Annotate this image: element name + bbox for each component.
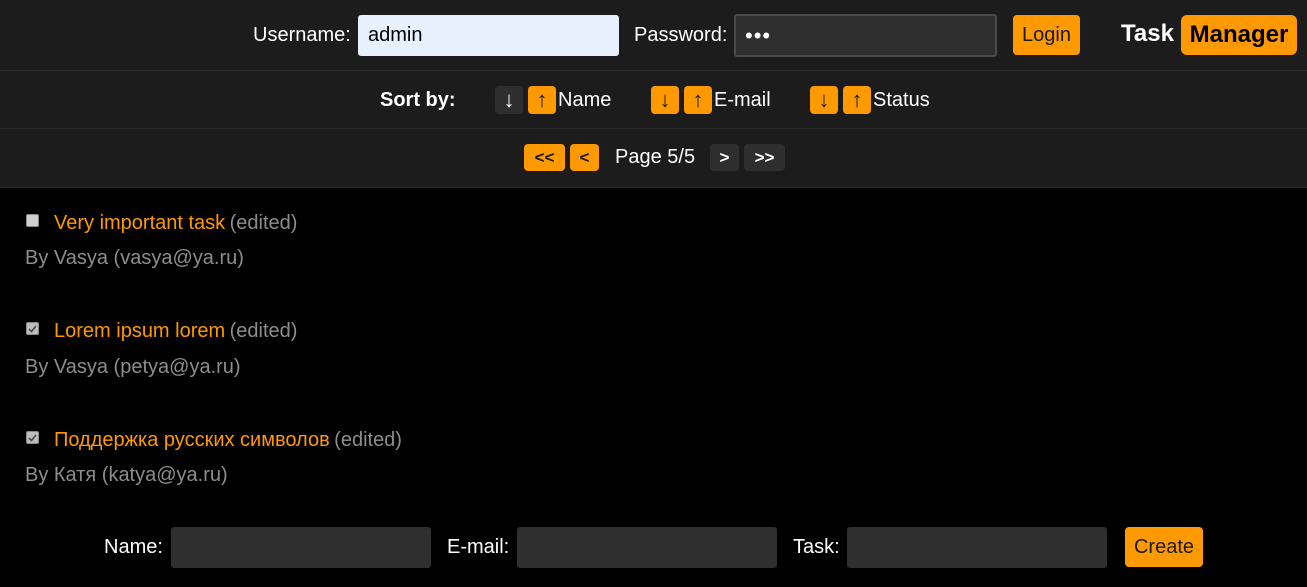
name-input[interactable] — [171, 527, 431, 568]
password-label: Password: — [634, 24, 728, 46]
sort-name-desc-button[interactable]: ↓ — [495, 86, 523, 114]
task-author: By Vasya (vasya@ya.ru) — [25, 247, 244, 269]
sort-bar: Sort by: ↓ ↑ Name ↓ ↑ E-mail ↓ ↑ Status — [0, 71, 1307, 129]
task-status-checkbox[interactable] — [26, 431, 39, 444]
sort-status-desc-button[interactable]: ↓ — [810, 86, 838, 114]
logo-manager: Manager — [1181, 15, 1297, 55]
checkmark-icon — [28, 433, 37, 442]
sort-status-asc-button[interactable]: ↑ — [843, 86, 871, 114]
email-label: E-mail: — [447, 536, 510, 558]
task-title[interactable]: Lorem ipsum lorem — [54, 320, 225, 342]
task-status-checkbox[interactable] — [26, 214, 39, 227]
task-edited-badge: (edited) — [334, 429, 402, 451]
next-page-button[interactable]: > — [710, 144, 739, 171]
pagination-bar: << < Page 5/5 > >> — [0, 129, 1307, 188]
task-edited-badge: (edited) — [229, 212, 298, 234]
task-title-line: Поддержка русских символов (edited) — [54, 429, 402, 452]
task-input[interactable] — [847, 527, 1107, 568]
page-indicator: Page 5/5 — [615, 146, 696, 168]
task-label: Task: — [793, 536, 840, 558]
email-input[interactable] — [517, 527, 777, 568]
task-title[interactable]: Very important task — [54, 212, 225, 234]
login-button[interactable]: Login — [1013, 15, 1080, 55]
task-author: By Vasya (petya@ya.ru) — [25, 356, 241, 378]
header-bar: Username: Password: ••• Login Task Manag… — [0, 0, 1307, 71]
name-label: Name: — [104, 536, 163, 558]
logo-task: Task — [1121, 20, 1174, 47]
prev-page-button[interactable]: < — [570, 144, 599, 171]
password-mask: ••• — [745, 22, 772, 48]
task-edited-badge: (edited) — [229, 320, 298, 342]
checkmark-icon — [28, 324, 37, 333]
username-input[interactable] — [358, 15, 619, 56]
sort-email-asc-button[interactable]: ↑ — [684, 86, 712, 114]
task-title-line: Lorem ipsum lorem (edited) — [54, 320, 297, 343]
task-title-line: Very important task (edited) — [54, 212, 297, 235]
sort-email-desc-button[interactable]: ↓ — [651, 86, 679, 114]
task-status-checkbox[interactable] — [26, 322, 39, 335]
sort-label: Sort by: — [380, 89, 456, 111]
first-page-button[interactable]: << — [524, 144, 565, 171]
create-button[interactable]: Create — [1125, 527, 1203, 567]
task-author: By Катя (katya@ya.ru) — [25, 464, 228, 486]
sort-email-label: E-mail — [714, 89, 771, 111]
sort-status-label: Status — [873, 89, 930, 111]
username-label: Username: — [253, 24, 351, 46]
sort-name-asc-button[interactable]: ↑ — [528, 86, 556, 114]
password-input[interactable]: ••• — [734, 14, 997, 57]
last-page-button[interactable]: >> — [744, 144, 785, 171]
sort-name-label: Name — [558, 89, 612, 111]
task-title[interactable]: Поддержка русских символов — [54, 429, 330, 451]
